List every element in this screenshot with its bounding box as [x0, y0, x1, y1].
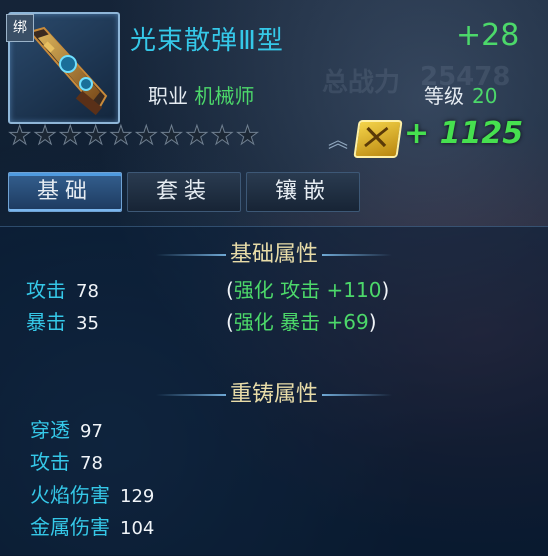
- stat-label: 攻击: [30, 450, 70, 474]
- divider: [322, 394, 392, 396]
- star-icon: ★: [210, 121, 234, 152]
- stat-value: 78: [80, 453, 103, 474]
- recast-stat: 火焰伤害 129: [30, 479, 154, 508]
- tab-inlay[interactable]: 镶嵌: [246, 172, 360, 212]
- chevron-up-icon: ︽: [328, 128, 348, 152]
- bonus-label: 强化 攻击: [233, 278, 321, 302]
- star-icon: ★: [235, 121, 260, 152]
- recast-stat: 金属伤害 104: [30, 511, 154, 540]
- stat-value: 104: [120, 518, 155, 539]
- stat-value: 129: [120, 486, 155, 507]
- star-rating: ★ ★ ★ ★ ★ ★ ★ ★ ★ ★: [7, 120, 260, 152]
- level-row: 等级 20: [424, 80, 497, 109]
- bonus-open: (: [226, 278, 234, 302]
- base-bonus-crit: (强化 暴击 +69): [226, 306, 377, 335]
- star-icon: ★: [134, 121, 158, 152]
- stat-label: 攻击: [26, 278, 66, 302]
- bonus-close: ): [381, 278, 390, 302]
- bonus-open: (: [226, 310, 234, 334]
- bonus-value: +69: [326, 310, 369, 334]
- background-total-power: 总战力: [322, 68, 401, 98]
- stat-label: 火焰伤害: [30, 483, 110, 507]
- base-bonus-attack: (强化 攻击 +110): [226, 274, 389, 303]
- base-section-title: 基础属性: [229, 242, 318, 267]
- tab-set[interactable]: 套装: [127, 172, 241, 212]
- stat-label: 暴击: [26, 310, 66, 334]
- stat-label: 穿透: [30, 418, 70, 442]
- recast-stat: 穿透 97: [30, 414, 103, 443]
- item-name: 光束散弹Ⅲ型: [130, 26, 284, 56]
- star-icon: ★: [185, 121, 209, 152]
- star-icon: ★: [7, 121, 32, 152]
- tab-bar: 基础 套装 镶嵌: [8, 172, 360, 212]
- bonus-close: ): [368, 310, 377, 334]
- bonus-value: +110: [326, 278, 382, 302]
- stat-value: 78: [76, 281, 99, 302]
- star-icon: ★: [109, 121, 133, 152]
- sword-power-icon: [353, 120, 403, 158]
- divider: [155, 254, 226, 256]
- bind-badge: 绑: [6, 14, 34, 42]
- recast-stat: 攻击 78: [30, 446, 103, 475]
- base-section-header: 基础属性: [0, 236, 548, 268]
- star-icon: ★: [33, 121, 57, 152]
- stat-label: 金属伤害: [30, 515, 110, 539]
- recast-section-header: 重铸属性: [0, 376, 548, 408]
- job-row: 职业 机械师: [148, 80, 254, 109]
- star-icon: ★: [159, 121, 184, 152]
- recast-section-title: 重铸属性: [229, 382, 318, 407]
- base-stat-attack: 攻击 78: [26, 274, 99, 303]
- bonus-label: 强化 暴击: [233, 310, 321, 334]
- base-stat-crit: 暴击 35: [26, 306, 99, 335]
- crossed-swords-icon: [364, 126, 389, 148]
- level-label: 等级: [424, 84, 464, 108]
- divider: [155, 394, 226, 396]
- stat-value: 35: [76, 313, 99, 334]
- divider: [322, 254, 392, 256]
- stat-value: 97: [80, 421, 103, 442]
- star-icon: ★: [58, 121, 82, 152]
- tab-basic[interactable]: 基础: [8, 172, 122, 212]
- job-label: 职业: [148, 84, 188, 108]
- level-value: 20: [472, 84, 498, 108]
- power-value: + 1125: [404, 116, 524, 151]
- enhance-level: +28: [456, 18, 520, 53]
- job-value: 机械师: [194, 84, 255, 108]
- star-icon: ★: [83, 121, 108, 152]
